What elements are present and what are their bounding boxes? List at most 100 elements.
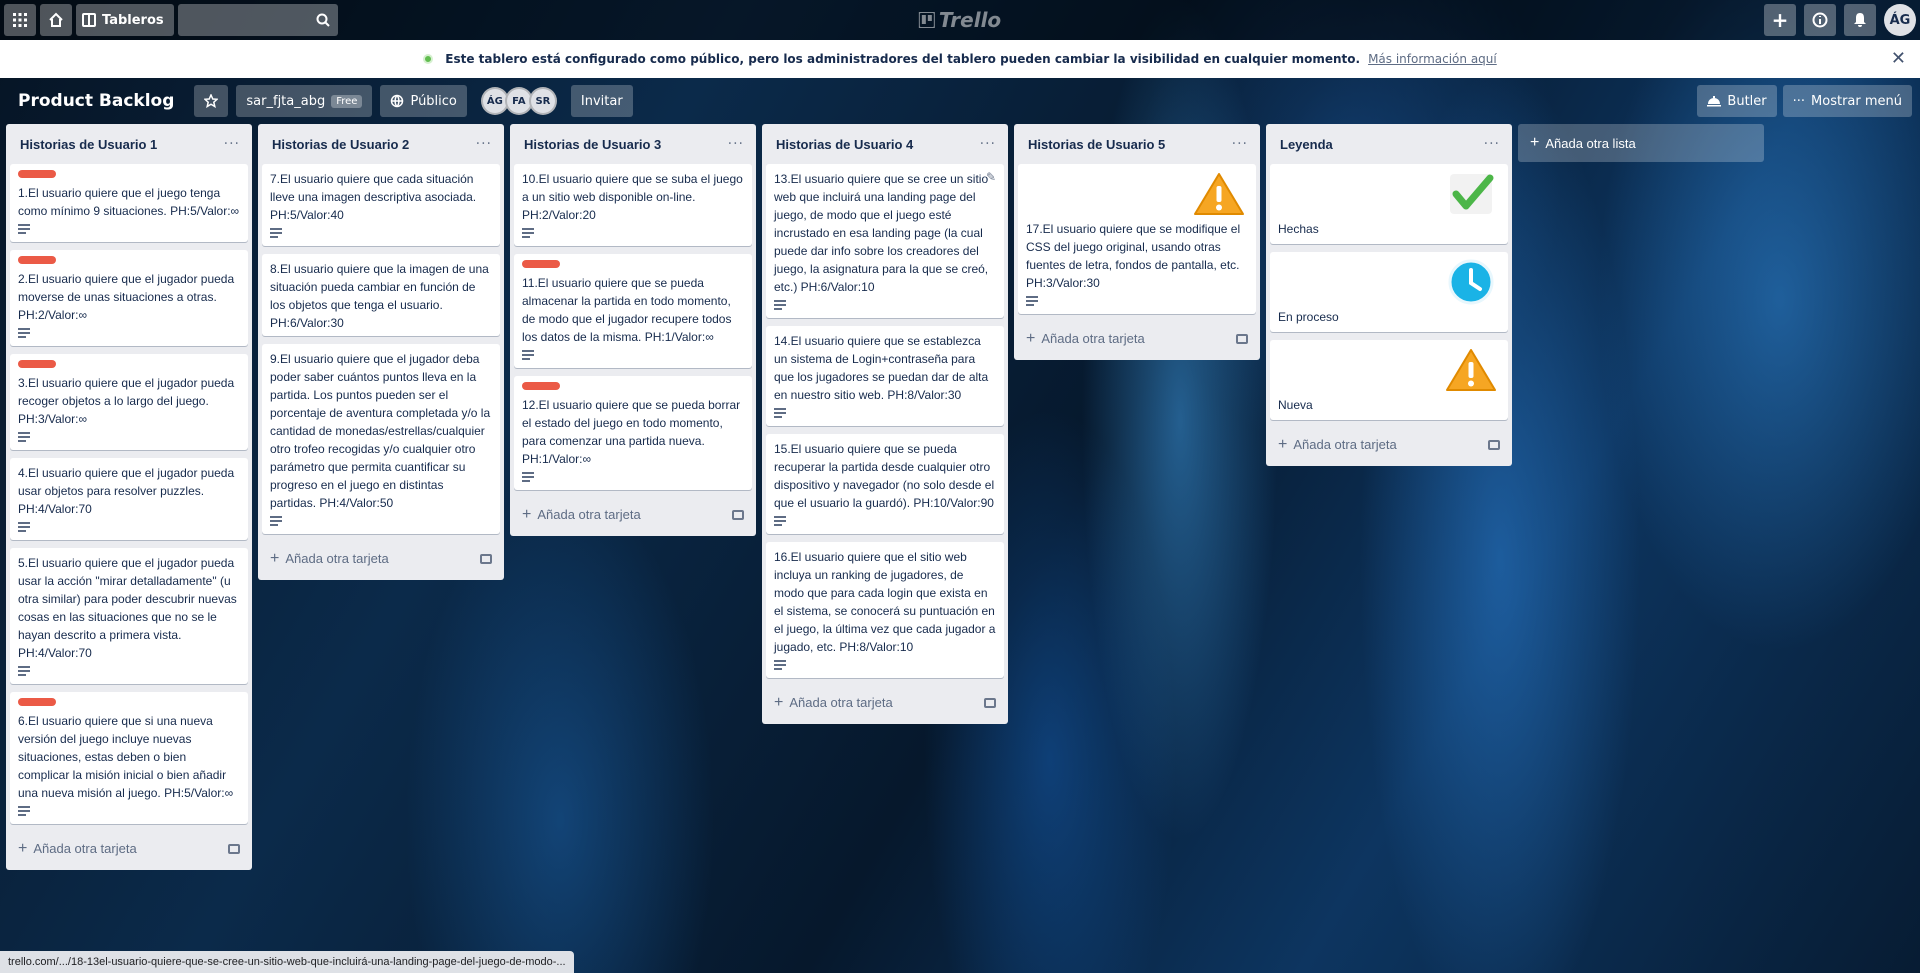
card-title: 2.El usuario quiere que el jugador pueda…	[18, 272, 235, 322]
search-input[interactable]	[177, 4, 338, 36]
card-template-icon[interactable]	[984, 698, 996, 708]
add-card-label: Añada otra tarjeta	[33, 841, 137, 856]
card[interactable]: 2.El usuario quiere que el jugador pueda…	[10, 250, 248, 346]
list-title[interactable]: Historias de Usuario 5	[1028, 137, 1165, 152]
card[interactable]: 7.El usuario quiere que cada situación l…	[262, 164, 500, 246]
board-icon	[82, 13, 96, 27]
list-menu-icon[interactable]: ···	[224, 136, 240, 152]
list-menu-icon[interactable]: ···	[1232, 136, 1248, 152]
info-button[interactable]	[1804, 4, 1836, 36]
apps-grid-button[interactable]	[4, 4, 36, 36]
show-menu-button[interactable]: ··· Mostrar menú	[1782, 85, 1912, 117]
boards-button[interactable]: Tableros	[76, 4, 174, 36]
card[interactable]: 4.El usuario quiere que el jugador pueda…	[10, 458, 248, 540]
notifications-button[interactable]	[1844, 4, 1876, 36]
card-title: 11.El usuario quiere que se pueda almace…	[522, 276, 732, 344]
card-template-icon[interactable]	[480, 554, 492, 564]
invite-button[interactable]: Invitar	[570, 85, 633, 117]
card[interactable]: Nueva	[1270, 340, 1508, 420]
description-icon	[270, 516, 282, 530]
list-header[interactable]: Historias de Usuario 5 ···	[1018, 124, 1256, 164]
list-title[interactable]: Historias de Usuario 3	[524, 137, 661, 152]
add-card-button[interactable]: + Añada otra tarjeta	[766, 686, 1004, 720]
card[interactable]: 17.El usuario quiere que se modifique el…	[1018, 164, 1256, 314]
card[interactable]: 12.El usuario quiere que se pueda borrar…	[514, 376, 752, 490]
card[interactable]: 8.El usuario quiere que la imagen de una…	[262, 254, 500, 336]
list-title[interactable]: Historias de Usuario 2	[272, 137, 409, 152]
card-title: 3.El usuario quiere que el jugador pueda…	[18, 376, 235, 426]
browser-status-url: trello.com/.../18-13el-usuario-quiere-qu…	[0, 951, 574, 973]
card-template-icon[interactable]	[1236, 334, 1248, 344]
board-title[interactable]: Product Backlog	[18, 91, 174, 111]
card-label-red[interactable]	[522, 260, 560, 268]
list-menu-icon[interactable]: ···	[476, 136, 492, 152]
pencil-icon[interactable]: ✎	[986, 170, 996, 184]
card[interactable]: 6.El usuario quiere que si una nueva ver…	[10, 692, 248, 824]
card[interactable]: 9.El usuario quiere que el jugador deba …	[262, 344, 500, 534]
card[interactable]: 1.El usuario quiere que el juego tenga c…	[10, 164, 248, 242]
card-template-icon[interactable]	[228, 844, 240, 854]
card-title: 7.El usuario quiere que cada situación l…	[270, 172, 477, 222]
card-template-icon[interactable]	[1488, 440, 1500, 450]
list-title[interactable]: Historias de Usuario 1	[20, 137, 157, 152]
list-header[interactable]: Historias de Usuario 3 ···	[514, 124, 752, 164]
card[interactable]: En proceso	[1270, 252, 1508, 332]
plus-icon: +	[18, 840, 28, 857]
globe-icon	[391, 94, 404, 108]
close-notice-button[interactable]: ✕	[1891, 48, 1906, 69]
team-button[interactable]: sar_fjta_abg Free	[236, 85, 373, 117]
member-avatar[interactable]: SR	[528, 87, 557, 115]
add-card-label: Añada otra tarjeta	[1293, 437, 1397, 452]
card-label-red[interactable]	[18, 170, 56, 178]
card[interactable]: 3.El usuario quiere que el jugador pueda…	[10, 354, 248, 450]
card[interactable]: 11.El usuario quiere que se pueda almace…	[514, 254, 752, 368]
description-icon	[18, 666, 30, 680]
card-label-red[interactable]	[18, 360, 56, 368]
add-card-button[interactable]: + Añada otra tarjeta	[10, 832, 248, 866]
list-title[interactable]: Historias de Usuario 4	[776, 137, 913, 152]
user-avatar[interactable]: ÁG	[1884, 4, 1916, 36]
card[interactable]: 5.El usuario quiere que el jugador pueda…	[10, 548, 248, 684]
add-card-button[interactable]: + Añada otra tarjeta	[262, 542, 500, 576]
list-header[interactable]: Historias de Usuario 1 ···	[10, 124, 248, 164]
plus-icon: +	[774, 694, 784, 711]
add-list-button[interactable]: + Añada otra lista	[1518, 124, 1764, 162]
top-header: Tableros Trello + ÁG	[0, 0, 1920, 40]
add-card-button[interactable]: + Añada otra tarjeta	[1270, 428, 1508, 462]
list-header[interactable]: Historias de Usuario 2 ···	[262, 124, 500, 164]
card[interactable]: 10.El usuario quiere que se suba el jueg…	[514, 164, 752, 246]
add-card-button[interactable]: + Añada otra tarjeta	[514, 498, 752, 532]
card-title: 16.El usuario quiere que el sitio web in…	[774, 550, 996, 654]
logo-text: Trello	[938, 8, 1002, 32]
list-header[interactable]: Leyenda ···	[1270, 124, 1508, 164]
list: Historias de Usuario 4 ··· ✎ 13.El usuar…	[762, 124, 1008, 724]
search-icon	[316, 13, 330, 27]
card-title: 15.El usuario quiere que se pueda recupe…	[774, 442, 995, 510]
list-title[interactable]: Leyenda	[1280, 137, 1333, 152]
add-card-button[interactable]: + Añada otra tarjeta	[1018, 322, 1256, 356]
card[interactable]: ✎ 13.El usuario quiere que se cree un si…	[766, 164, 1004, 318]
card-label-red[interactable]	[18, 698, 56, 706]
card[interactable]: 14.El usuario quiere que se establezca u…	[766, 326, 1004, 426]
list: Historias de Usuario 1 ··· 1.El usuario …	[6, 124, 252, 870]
more-info-link[interactable]: Más información aquí	[1368, 52, 1497, 66]
card-label-red[interactable]	[522, 382, 560, 390]
visibility-button[interactable]: Público	[380, 85, 467, 117]
list-menu-icon[interactable]: ···	[728, 136, 744, 152]
create-button[interactable]: +	[1764, 4, 1796, 36]
bell-icon	[1854, 13, 1866, 27]
card[interactable]: Hechas	[1270, 164, 1508, 244]
card[interactable]: 16.El usuario quiere que el sitio web in…	[766, 542, 1004, 678]
butler-button[interactable]: Butler	[1697, 85, 1777, 117]
home-button[interactable]	[40, 4, 72, 36]
card-label-red[interactable]	[18, 256, 56, 264]
add-card-label: Añada otra tarjeta	[285, 551, 389, 566]
list: Historias de Usuario 5 ··· 17.El usuario…	[1014, 124, 1260, 360]
star-button[interactable]	[194, 85, 229, 117]
list-header[interactable]: Historias de Usuario 4 ···	[766, 124, 1004, 164]
list-menu-icon[interactable]: ···	[980, 136, 996, 152]
list-menu-icon[interactable]: ···	[1484, 136, 1500, 152]
card-template-icon[interactable]	[732, 510, 744, 520]
card[interactable]: 15.El usuario quiere que se pueda recupe…	[766, 434, 1004, 534]
trello-logo[interactable]: Trello	[918, 8, 1002, 32]
